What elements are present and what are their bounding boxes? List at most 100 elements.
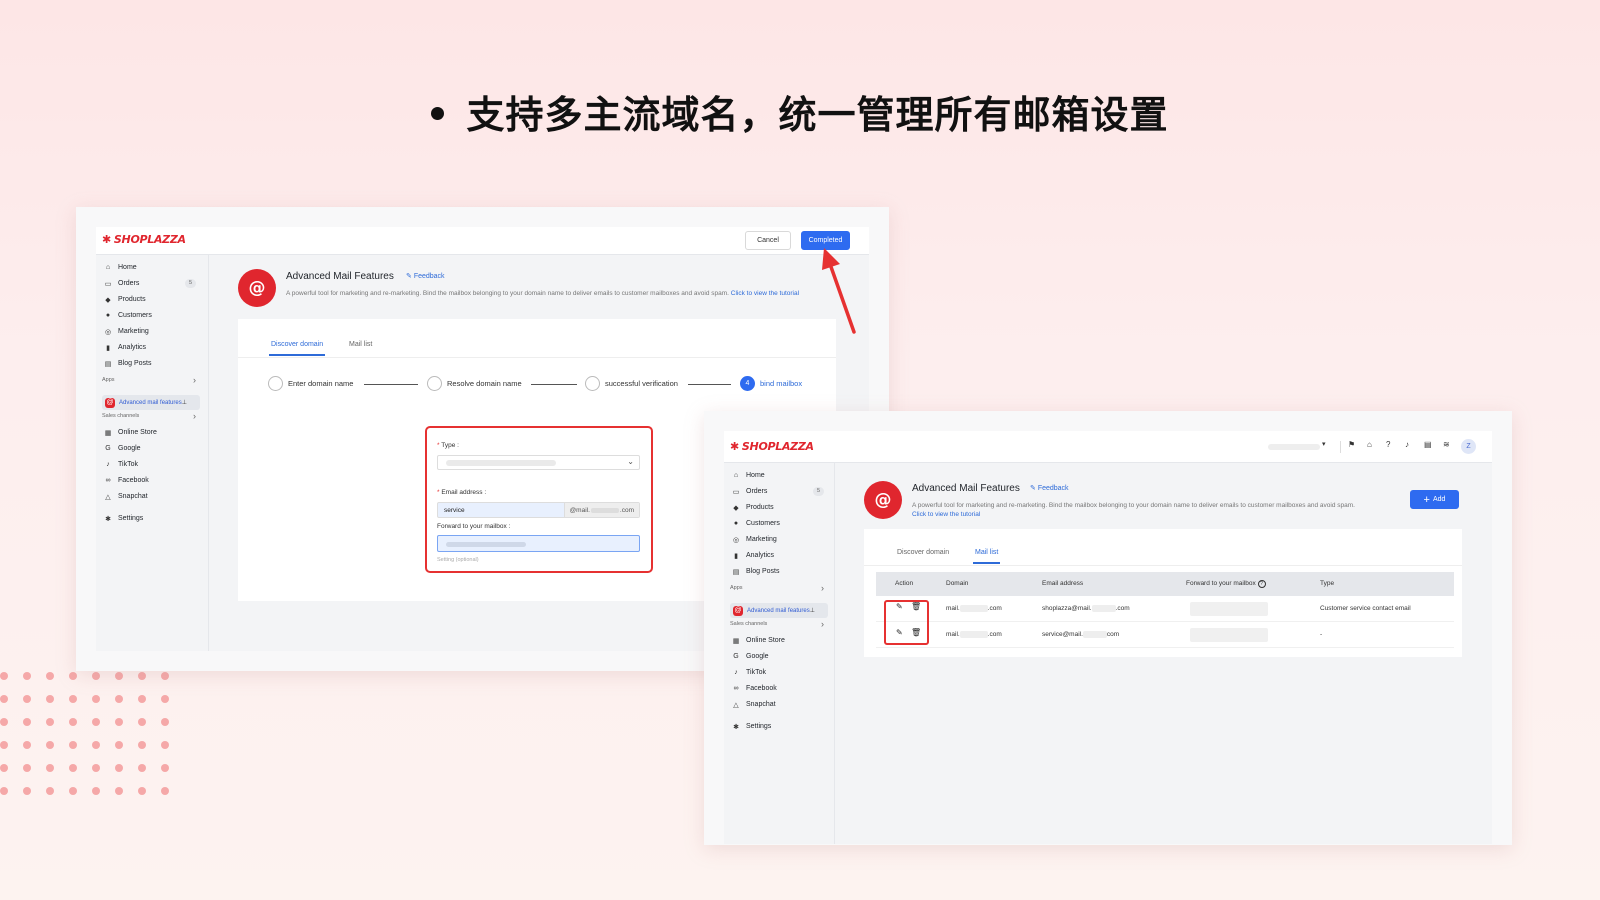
bell-icon[interactable]: ♪ (1405, 440, 1409, 449)
feedback-icon: ✎ (1030, 485, 1038, 492)
sidebar-item-settings[interactable]: ✱ Settings (102, 512, 143, 525)
logo-mark-icon: ✱ (730, 440, 739, 453)
sidebar-item-label: Online Store (118, 429, 157, 436)
message-icon[interactable]: ▤ (1424, 440, 1432, 449)
table-row: ✎ 🗑 mail. .com service@mail. com - (876, 622, 1454, 648)
email-address-field[interactable]: service @mail. .com (437, 502, 640, 518)
home-icon: ⌂ (733, 472, 739, 479)
decorative-dot (138, 741, 146, 749)
sidebar-item-label: Settings (118, 515, 144, 522)
forward-mailbox-input[interactable] (437, 535, 640, 552)
blog-icon: ▤ (104, 360, 112, 368)
sidebar: ⌂ Home ▭ Orders 5 ◆ Products ● Customers ◎ Marketi… (96, 255, 209, 651)
decorative-dot (0, 741, 8, 749)
sidebar-item-products[interactable]: ◆ Products (730, 501, 828, 514)
meta-icon: ∞ (105, 477, 111, 484)
tag-icon: ◆ (733, 504, 739, 512)
decorative-dot (46, 695, 54, 703)
flag-icon[interactable]: ⚑ (1348, 440, 1355, 449)
type-label: * Type : (437, 442, 459, 449)
info-icon[interactable]: ? (1257, 580, 1266, 588)
sidebar-item-customers[interactable]: ● Customers (102, 309, 200, 322)
add-button[interactable]: + Add (1410, 490, 1459, 509)
decorative-dot (92, 718, 100, 726)
apps-section-label[interactable]: Apps › (730, 583, 828, 593)
sidebar-item-analytics[interactable]: ▮ Analytics (102, 341, 200, 354)
chevron-down-icon[interactable]: ▾ (1322, 440, 1326, 448)
sidebar-item-customers[interactable]: ● Customers (730, 517, 828, 530)
store-selector[interactable] (1268, 444, 1320, 450)
meta-icon: ∞ (733, 685, 739, 692)
sidebar-item-google[interactable]: G Google (102, 442, 140, 455)
sidebar-item-facebook[interactable]: ∞ Facebook (102, 474, 149, 487)
tab-divider (238, 357, 836, 358)
sidebar-item-home[interactable]: ⌂ Home (102, 261, 200, 274)
store-icon[interactable]: ⌂ (1367, 440, 1372, 449)
feedback-icon: ✎ (406, 273, 414, 280)
sidebar-item-snapchat[interactable]: △ Snapchat (102, 490, 147, 503)
tab-discover-domain[interactable]: Discover domain (897, 549, 949, 556)
google-icon: G (105, 445, 111, 452)
decorative-dot (23, 787, 31, 795)
sales-channels-section-label[interactable]: Sales channels › (102, 411, 200, 421)
decorative-dot (161, 741, 169, 749)
bar-chart-icon: ▮ (734, 552, 738, 560)
logo-mark-icon: ✱ (102, 233, 111, 246)
sidebar-item-tiktok[interactable]: ♪ TikTok (730, 666, 766, 679)
orders-count-badge: 5 (185, 279, 196, 288)
google-icon: G (733, 653, 739, 660)
sidebar-item-home[interactable]: ⌂ Home (730, 469, 828, 482)
forward-label: Forward to your mailbox : (437, 523, 511, 530)
pin-icon[interactable]: ⊥ (810, 607, 815, 614)
sidebar-item-blog[interactable]: ▤ Blog Posts (730, 565, 828, 578)
col-forward-label: Forward to your mailbox (1186, 580, 1256, 587)
feedback-link[interactable]: ✎ Feedback (406, 272, 445, 280)
sidebar-item-products[interactable]: ◆ Products (102, 293, 200, 306)
sidebar-item-settings[interactable]: ✱ Settings (730, 720, 771, 733)
email-prefix: service@mail. (1042, 631, 1083, 639)
type-select[interactable]: ⌄ (437, 455, 640, 470)
sidebar-item-advanced-mail[interactable]: @ Advanced mail features ⊥ (102, 395, 200, 410)
sidebar-item-google[interactable]: G Google (730, 650, 768, 663)
sidebar-item-online[interactable]: ▦ Online Store (102, 426, 157, 439)
help-icon[interactable]: ? (1386, 440, 1390, 449)
sidebar-item-analytics[interactable]: ▮ Analytics (730, 549, 828, 562)
sidebar-item-marketing[interactable]: ◎ Marketing (102, 325, 200, 338)
app-window-2: ✱ SHOPLAZZA ▾ ⚑ ⌂ ? ♪ ▤ ≋ Z ⌂ Home ▭ Orders 5… (724, 431, 1492, 844)
tab-mail-list[interactable]: Mail list (349, 341, 372, 348)
sidebar-item-marketing[interactable]: ◎ Marketing (730, 533, 828, 546)
tutorial-link[interactable]: Click to view the tutorial (912, 511, 980, 518)
tutorial-link[interactable]: Click to view the tutorial (731, 290, 799, 297)
step-connector (688, 384, 731, 385)
sidebar-item-label: Advanced mail features (747, 607, 810, 614)
sidebar-item-blog[interactable]: ▤ Blog Posts (102, 357, 200, 370)
avatar[interactable]: Z (1461, 439, 1476, 454)
step-label: Resolve domain name (447, 379, 522, 388)
feedback-link[interactable]: ✎ Feedback (1030, 484, 1069, 492)
tab-discover-domain[interactable]: Discover domain (268, 341, 326, 356)
tab-mail-list[interactable]: Mail list (972, 549, 1001, 564)
sidebar-item-advanced-mail[interactable]: @ Advanced mail features ⊥ (730, 603, 828, 618)
col-domain: Domain (946, 580, 969, 587)
apps-section-label[interactable]: Apps › (102, 375, 200, 385)
sales-channels-section-label[interactable]: Sales channels › (730, 619, 828, 629)
marketing-icon: ◎ (732, 536, 740, 544)
row-email: service@mail. com (1042, 631, 1119, 638)
sidebar-item-orders[interactable]: ▭ Orders 5 (730, 485, 828, 498)
decorative-dot (161, 695, 169, 703)
pin-icon[interactable]: ⊥ (182, 399, 187, 406)
mail-app-icon: @ (733, 605, 743, 616)
sidebar-item-orders[interactable]: ▭ Orders 5 (102, 277, 200, 290)
description-text: A powerful tool for marketing and re-mar… (286, 290, 729, 297)
step-number-badge: 4 (740, 376, 755, 391)
decorative-dot (92, 695, 100, 703)
step-circle-icon (427, 376, 442, 391)
wifi-icon[interactable]: ≋ (1443, 440, 1450, 449)
decorative-dot (69, 741, 77, 749)
sidebar-item-online[interactable]: ▦ Online Store (730, 634, 785, 647)
sidebar-item-facebook[interactable]: ∞ Facebook (730, 682, 777, 695)
cancel-button[interactable]: Cancel (745, 231, 791, 250)
sidebar-item-snapchat[interactable]: △ Snapchat (730, 698, 775, 711)
row-domain: mail. .com (946, 605, 1002, 612)
sidebar-item-tiktok[interactable]: ♪ TikTok (102, 458, 138, 471)
